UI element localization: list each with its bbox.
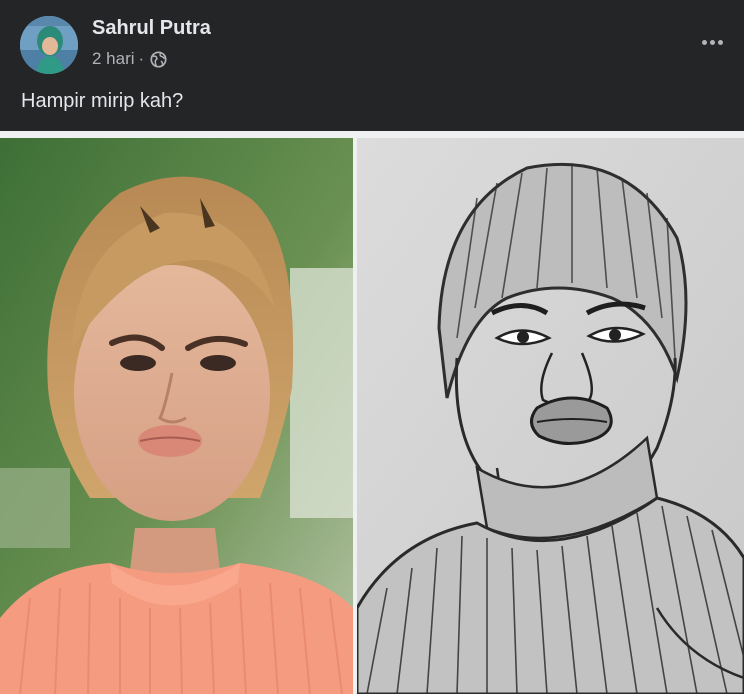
more-options-icon bbox=[701, 39, 707, 45]
author-avatar[interactable] bbox=[20, 16, 78, 74]
photo-right-image bbox=[357, 138, 744, 694]
post-timestamp[interactable]: 2 hari bbox=[92, 49, 135, 69]
post-header: Sahrul Putra 2 hari · bbox=[20, 14, 730, 76]
meta-separator: · bbox=[138, 49, 145, 68]
post-meta: 2 hari · bbox=[92, 49, 167, 69]
more-options-dot bbox=[709, 39, 715, 45]
photo-left[interactable] bbox=[0, 138, 353, 694]
photo-right[interactable] bbox=[357, 138, 744, 694]
more-options-dot bbox=[717, 39, 723, 45]
facebook-post: Sahrul Putra 2 hari · Hampir mirip kah? bbox=[0, 0, 744, 694]
post-media[interactable] bbox=[0, 131, 744, 694]
author-name[interactable]: Sahrul Putra bbox=[92, 17, 211, 40]
post-caption: Hampir mirip kah? bbox=[21, 90, 184, 112]
more-options-button[interactable] bbox=[694, 24, 730, 60]
photo-left-image bbox=[0, 138, 353, 694]
avatar-image bbox=[20, 16, 78, 74]
globe-icon[interactable] bbox=[150, 50, 167, 68]
